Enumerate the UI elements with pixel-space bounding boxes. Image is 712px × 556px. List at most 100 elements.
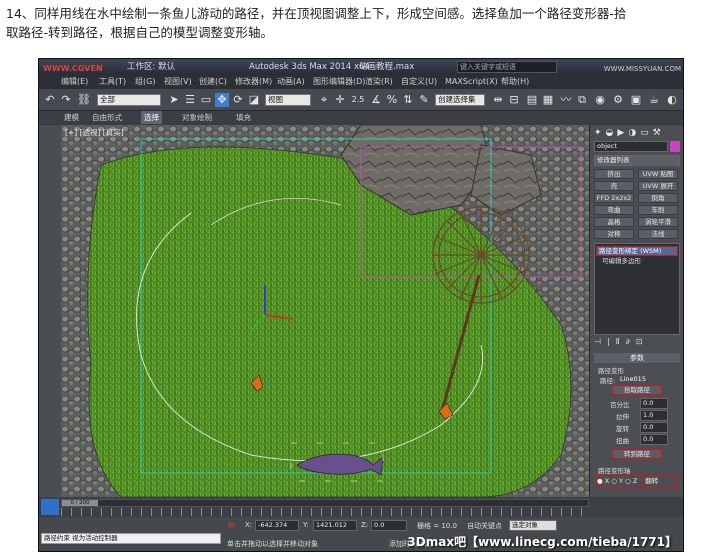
axis-z-radio[interactable]: ○ — [625, 477, 633, 485]
selection-filter-dropdown[interactable]: 全部 — [97, 94, 161, 106]
render-frame-icon[interactable]: ▣ — [629, 93, 643, 107]
menu-maxscript[interactable]: MAXScript(X) — [445, 75, 498, 89]
curve-editor-icon[interactable]: 〰 — [559, 93, 573, 107]
layer-icon[interactable]: ▤ — [525, 93, 539, 107]
modifier-bend-button[interactable]: 弯曲 — [594, 205, 634, 215]
render-setup-icon[interactable]: ⚙ — [611, 93, 625, 107]
mirror-icon[interactable]: ⇹ — [491, 93, 505, 107]
stack-item-editable-poly[interactable]: 可编辑多边形 — [596, 257, 678, 266]
ribbon-tab-selection[interactable]: 选择 — [141, 111, 162, 124]
coord-x-field[interactable]: -642.374 — [255, 520, 299, 531]
caption-line-2: 取路径-转到路径，根据自己的模型调整变形轴。 — [6, 25, 274, 40]
search-input[interactable]: 键入关键字或短语 — [457, 61, 557, 73]
object-name-field[interactable]: object — [594, 141, 668, 152]
menu-tools[interactable]: 工具(T) — [99, 75, 126, 89]
modifier-chamfer-button[interactable]: 倒角 — [638, 193, 678, 203]
edit-named-sel-icon[interactable]: ✎ — [417, 93, 431, 107]
modifier-turbosmooth-button[interactable]: 涡轮平滑 — [638, 217, 678, 227]
auto-key-button[interactable]: 自动关键点 — [467, 521, 502, 531]
menu-modifiers[interactable]: 修改器(M) — [235, 75, 272, 89]
param-percent-field[interactable]: 0.0 — [640, 398, 668, 409]
menu-help[interactable]: 帮助(H) — [501, 75, 529, 89]
workspace-dropdown[interactable]: 工作区: 默认 — [127, 59, 175, 75]
modifier-list-dropdown[interactable]: 修改器列表 — [594, 155, 680, 166]
menu-view[interactable]: 视图(V) — [164, 75, 192, 89]
select-object-icon[interactable]: ➤ — [167, 93, 181, 107]
snap-toggle[interactable]: 2.5 — [351, 93, 365, 107]
modifier-shell-button[interactable]: 壳 — [594, 181, 634, 191]
axis-y-radio[interactable]: ○ — [611, 477, 619, 485]
render-icon[interactable]: ☕ — [647, 93, 661, 107]
angle-snap-icon[interactable]: ∡ — [369, 93, 383, 107]
menu-rendering[interactable]: 渲染(R) — [365, 75, 393, 89]
grid-size: 栅格 = 10.0 — [417, 522, 457, 530]
ribbon-tab-freeform[interactable]: 自由形式 — [89, 111, 125, 124]
render-production-icon[interactable]: ◐ — [665, 93, 679, 107]
object-color-swatch[interactable] — [670, 141, 680, 152]
modifier-stack: 路径变形绑定 (WSM) 可编辑多边形 — [594, 243, 680, 335]
param-stretch-field[interactable]: 1.0 — [640, 410, 668, 421]
menu-group[interactable]: 组(G) — [135, 75, 155, 89]
reference-coord-dropdown[interactable]: 视图 — [265, 94, 311, 106]
viewport-label[interactable]: [+] [透视] [真实] — [65, 127, 124, 138]
modifier-symmetry-button[interactable]: 对称 — [594, 229, 634, 239]
deform-axis-options: ● X ○ Y ○ Z ☑翻转 — [596, 475, 678, 487]
redo-icon[interactable]: ↷ — [59, 93, 73, 107]
perspective-viewport[interactable]: [+] [透视] [真实] — [61, 125, 589, 497]
scale-icon[interactable]: ◪ — [247, 93, 261, 107]
move-to-path-button[interactable]: 转到路径 — [612, 449, 662, 459]
ribbon-toggle-icon[interactable]: ▦ — [541, 93, 555, 107]
percent-snap-icon[interactable]: % — [385, 93, 399, 107]
mini-listener[interactable] — [41, 499, 59, 515]
ribbon-tab-modeling[interactable]: 建模 — [61, 111, 82, 124]
axis-y-label: Y — [619, 477, 624, 485]
time-ruler[interactable] — [61, 508, 589, 516]
material-editor-icon[interactable]: ◉ — [593, 93, 607, 107]
selected-set-dropdown[interactable]: 选定对象 — [509, 520, 557, 531]
menu-animation[interactable]: 动画(A) — [277, 75, 305, 89]
menu-create[interactable]: 创建(C) — [199, 75, 227, 89]
maxscript-prompt[interactable]: 路径约束 视为活动控制器 — [41, 533, 221, 544]
modifier-ffd-button[interactable]: FFD 2x2x2 — [594, 193, 634, 203]
link-icon[interactable]: ⛓ — [77, 93, 91, 107]
manipulate-icon[interactable]: ✛ — [333, 93, 347, 107]
menu-graph-editors[interactable]: 图形编辑器(D) — [313, 75, 365, 89]
move-icon[interactable]: ✥ — [215, 93, 229, 107]
scene-render — [61, 125, 589, 497]
menu-customize[interactable]: 自定义(U) — [401, 75, 437, 89]
modifier-lathe-button[interactable]: 车削 — [638, 205, 678, 215]
modifier-lattice-button[interactable]: 晶格 — [594, 217, 634, 227]
param-rotation-field[interactable]: 0.0 — [640, 422, 668, 433]
modifier-normal-button[interactable]: 法线 — [638, 229, 678, 239]
coord-z-field[interactable]: 0.0 — [371, 520, 407, 531]
align-icon[interactable]: ⊟ — [507, 93, 521, 107]
undo-icon[interactable]: ↶ — [43, 93, 57, 107]
select-by-name-icon[interactable]: ☰ — [183, 93, 197, 107]
pivot-icon[interactable]: ⌖ — [317, 93, 331, 107]
left-tool-strip — [39, 125, 61, 497]
menu-edit[interactable]: 编辑(E) — [61, 75, 88, 89]
caption-line-1: 14、同样用线在水中绘制一条鱼儿游动的路径，并在顶视图调整上下，形成空间感。选择… — [6, 6, 627, 21]
pick-path-button[interactable]: 拾取路径 — [612, 385, 662, 395]
coord-y-field[interactable]: 1421.012 — [313, 520, 357, 531]
axis-x-radio[interactable]: ● — [597, 477, 605, 485]
spinner-snap-icon[interactable]: ⇅ — [401, 93, 415, 107]
rect-selection-icon[interactable]: ▭ — [199, 93, 213, 107]
modifier-uvw-map-button[interactable]: UVW 贴图 — [638, 169, 678, 179]
lock-selection-icon[interactable]: ⊕ — [227, 521, 235, 531]
modifier-extrude-button[interactable]: 挤出 — [594, 169, 634, 179]
modifier-unwrap-uvw-button[interactable]: UVW 展开 — [638, 181, 678, 191]
ribbon-tab-populate[interactable]: 填充 — [233, 111, 254, 124]
stack-item-path-deform[interactable]: 路径变形绑定 (WSM) — [596, 246, 678, 256]
stack-controls[interactable]: ⊣|Ⅱ∂⊡ — [594, 337, 680, 349]
command-panel-tabs[interactable]: ✦◒▶◑▭⚒ — [594, 127, 682, 139]
named-selection-dropdown[interactable]: 创建选择集 — [435, 94, 485, 106]
param-rotation-label: 旋转 — [616, 425, 629, 433]
ribbon-tab-object-paint[interactable]: 对象绘制 — [179, 111, 215, 124]
time-slider-track[interactable]: 0 / 200 — [61, 499, 589, 507]
schematic-view-icon[interactable]: ⧉ — [575, 93, 589, 107]
time-slider-thumb[interactable]: 0 / 200 — [62, 500, 98, 506]
param-twist-field[interactable]: 0.0 — [640, 434, 668, 445]
params-rollout-title[interactable]: 参数 — [594, 353, 680, 363]
rotate-icon[interactable]: ⟳ — [231, 93, 245, 107]
